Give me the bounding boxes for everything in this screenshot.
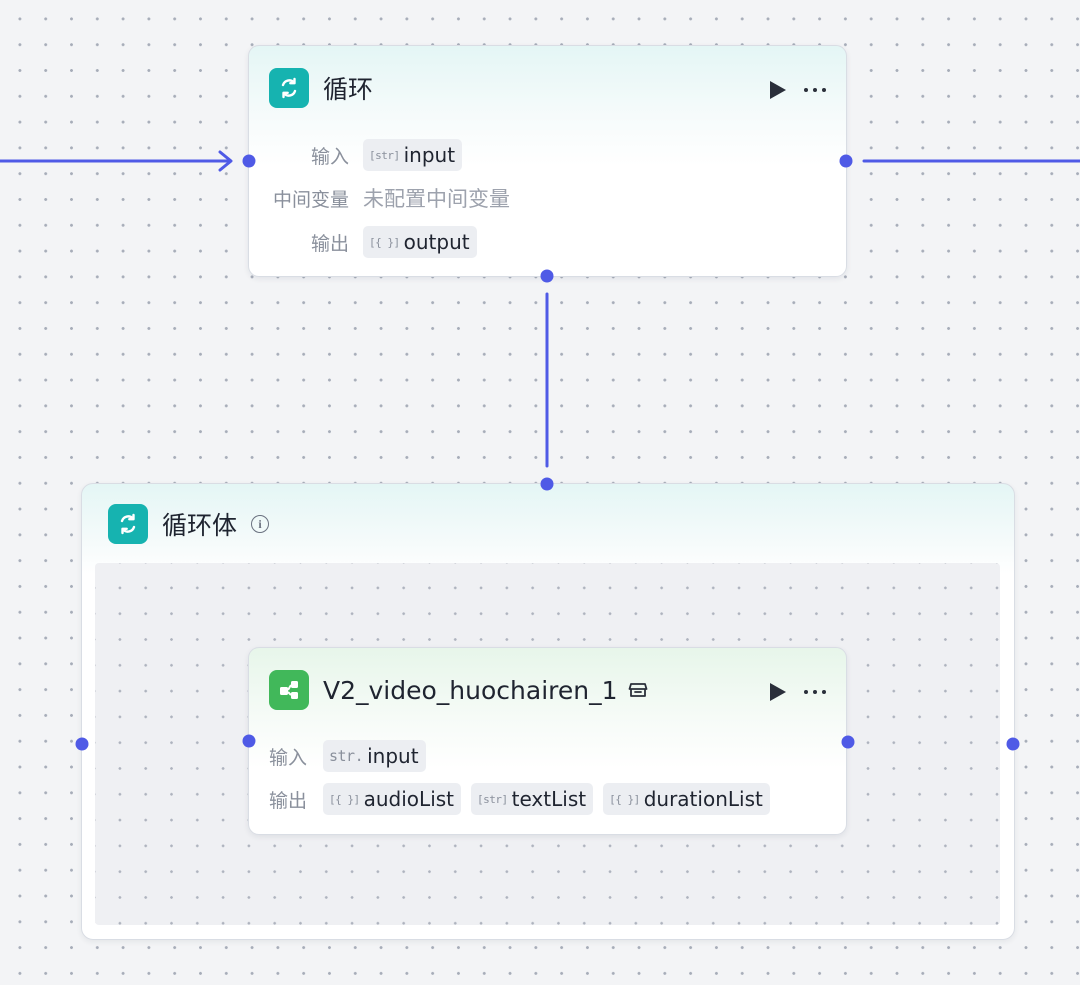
plugin-input-port[interactable] — [242, 734, 256, 748]
type-icon: [str] — [477, 792, 508, 806]
workflow-canvas[interactable]: 循环体 i 循环 输入 [str] input 中间变量 未配置中间变量 输出 … — [0, 0, 1080, 985]
loop-node-header: 循环 — [269, 68, 830, 108]
plugin-output-row: 输出 [{ }] audioList [str] textList [{ }] … — [269, 782, 780, 816]
var-name: output — [403, 230, 470, 254]
var-chip[interactable]: [str] textList — [471, 783, 594, 815]
var-name: durationList — [643, 787, 763, 811]
loop-icon — [269, 68, 309, 108]
loop-body-input-port[interactable] — [540, 477, 554, 491]
loop-mid-row: 中间变量 未配置中间变量 — [269, 181, 510, 215]
var-name: input — [403, 143, 456, 167]
plugin-node-header: V2_video_huochairen_1 — [269, 670, 830, 710]
var-chip[interactable]: str. input — [323, 740, 426, 772]
more-icon[interactable] — [804, 84, 826, 96]
play-icon[interactable] — [770, 81, 786, 99]
mid-value: 未配置中间变量 — [363, 187, 510, 211]
plugin-node-actions — [770, 672, 826, 712]
loop-node-title: 循环 — [323, 75, 374, 104]
var-chip[interactable]: [{ }] output — [363, 226, 477, 258]
type-icon: str. — [329, 747, 364, 765]
loop-output-row: 输出 [{ }] output — [269, 225, 487, 259]
loop-body-title: 循环体 — [162, 511, 238, 540]
type-icon: [{ }] — [609, 792, 640, 806]
loop-body-header: 循环体 i — [108, 504, 998, 544]
loop-body-output-port[interactable] — [540, 269, 554, 283]
var-name: textList — [511, 787, 587, 811]
plugin-input-row: 输入 str. input — [269, 739, 436, 773]
loop-output-port[interactable] — [839, 154, 853, 168]
output-label: 输出 — [269, 789, 308, 812]
info-icon[interactable]: i — [251, 515, 270, 533]
var-name: input — [367, 744, 419, 768]
type-icon: [{ }] — [369, 235, 400, 249]
type-icon: [{ }] — [329, 792, 360, 806]
var-chip[interactable]: [{ }] durationList — [603, 783, 770, 815]
loop-input-port[interactable] — [242, 154, 256, 168]
output-label: 输出 — [310, 232, 349, 255]
loop-body-end-port[interactable] — [1006, 737, 1020, 751]
loop-node-actions — [770, 70, 826, 110]
input-label: 输入 — [310, 145, 349, 168]
plugin-node-title: V2_video_huochairen_1 — [323, 675, 618, 705]
input-label: 输入 — [269, 746, 308, 769]
plugin-icon — [269, 670, 309, 710]
play-icon[interactable] — [770, 683, 786, 701]
loop-input-row: 输入 [str] input — [269, 138, 472, 172]
plugin-output-port[interactable] — [841, 735, 855, 749]
loop-node[interactable]: 循环 输入 [str] input 中间变量 未配置中间变量 输出 [{ }] … — [248, 45, 847, 277]
var-chip[interactable]: [str] input — [363, 139, 463, 171]
loop-body-start-port[interactable] — [75, 737, 89, 751]
var-name: audioList — [363, 787, 455, 811]
store-icon — [628, 681, 648, 699]
plugin-node[interactable]: V2_video_huochairen_1 输入 str. input 输出 [… — [248, 647, 847, 835]
loop-icon — [108, 504, 148, 544]
mid-label: 中间变量 — [272, 188, 349, 211]
type-icon: [str] — [369, 148, 400, 162]
var-chip[interactable]: [{ }] audioList — [323, 783, 462, 815]
more-icon[interactable] — [804, 686, 826, 698]
